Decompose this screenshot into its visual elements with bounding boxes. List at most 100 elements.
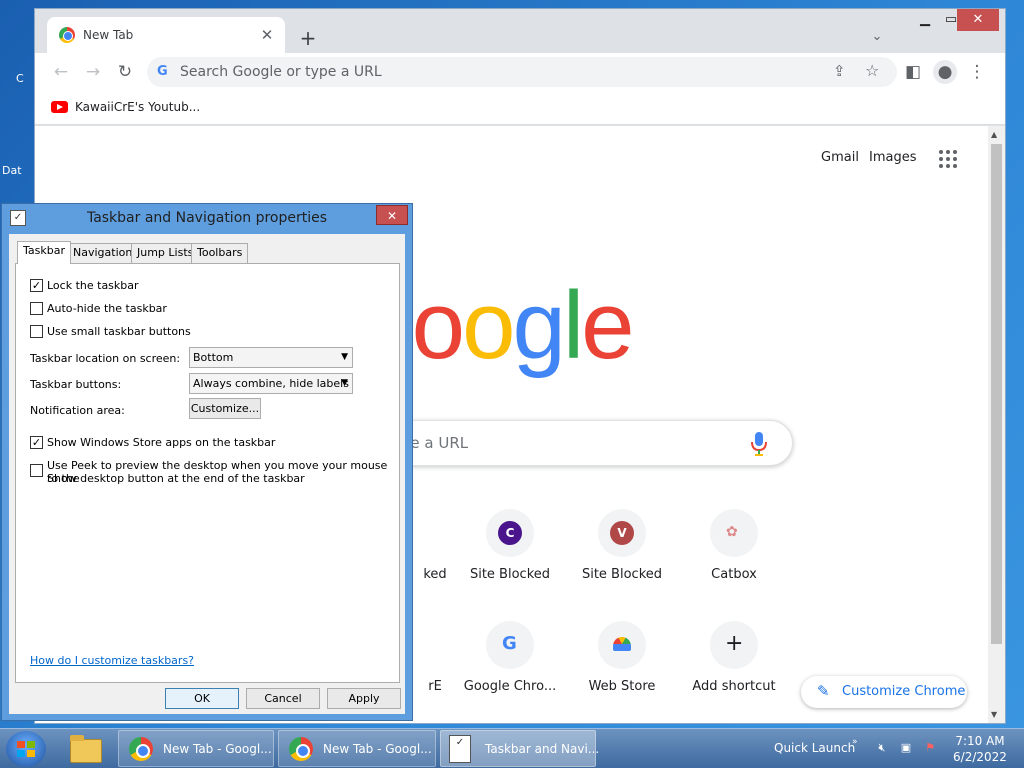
peek-label-line2: Show desktop button at the end of the ta… [47, 472, 305, 485]
network-icon[interactable]: ▣ [898, 741, 914, 757]
tab-jump-lists[interactable]: Jump Lists [131, 243, 200, 263]
store-apps-label: Show Windows Store apps on the taskbar [47, 436, 276, 449]
customize-chrome-button[interactable]: ✎ Customize Chrome [801, 676, 967, 708]
taskbar-item-label: Taskbar and Navi... [485, 742, 600, 756]
taskbar-item-properties[interactable]: ✓ Taskbar and Navi... [440, 730, 600, 767]
auto-hide-label: Auto-hide the taskbar [47, 302, 167, 315]
file-explorer-icon[interactable] [66, 733, 106, 765]
new-tab-button[interactable]: + [297, 27, 319, 49]
ok-button[interactable]: OK [165, 688, 239, 709]
youtube-icon [51, 101, 68, 113]
cancel-button[interactable]: Cancel [246, 688, 320, 709]
omnibox[interactable]: G Search Google or type a URL ⇪ ☆ [147, 57, 897, 87]
side-panel-icon[interactable]: ◧ [901, 60, 925, 84]
bookmark-kawaiicre[interactable]: KawaiiCrE's Youtub... [75, 100, 200, 114]
window-close-button[interactable]: ✕ [957, 9, 999, 31]
desktop-icon-label-fragment[interactable]: Dat [2, 164, 34, 177]
dialog-title-bar[interactable]: ✓ Taskbar and Navigation properties ✕ [2, 204, 412, 232]
tab-taskbar[interactable]: Taskbar [17, 241, 71, 264]
customize-chrome-label: Customize Chrome [842, 684, 966, 699]
taskbar-item-chrome-2[interactable]: New Tab - Googl... [278, 730, 436, 767]
bookmarks-bar: KawaiiCrE's Youtub... [35, 91, 1005, 125]
shortcut-icon-circle: + [710, 621, 758, 669]
scrollbar-thumb[interactable] [991, 144, 1002, 644]
taskbar-buttons-label: Taskbar buttons: [30, 378, 122, 391]
page-scrollbar[interactable]: ▲ ▼ [988, 126, 1005, 723]
taskbar-buttons-select[interactable]: Always combine, hide labels ▼ [189, 373, 353, 394]
shortcut-label: Add shortcut [692, 679, 776, 694]
notification-area-label: Notification area: [30, 404, 125, 417]
shortcut-letter-v-icon: V [610, 521, 634, 545]
reload-icon[interactable]: ↻ [113, 60, 137, 84]
quick-launch-label[interactable]: Quick Launch [774, 741, 855, 755]
tab-search-chevron-icon[interactable]: ⌄ [867, 29, 887, 49]
pencil-icon: ✎ [817, 682, 830, 700]
tab-title: New Tab [83, 28, 134, 42]
add-icon: + [725, 631, 744, 656]
dialog-body: Taskbar Navigation Jump Lists Toolbars ✓… [9, 234, 405, 714]
omnibox-placeholder: Search Google or type a URL [180, 64, 382, 80]
location-select[interactable]: Bottom ▼ [189, 347, 353, 368]
chrome-icon [289, 737, 313, 761]
share-icon[interactable]: ⇪ [833, 62, 846, 80]
images-link[interactable]: Images [869, 150, 917, 165]
start-button[interactable] [6, 731, 46, 767]
add-shortcut-tile[interactable]: + Add shortcut [684, 621, 784, 711]
auto-hide-checkbox[interactable] [30, 302, 43, 315]
taskbar-item-label: New Tab - Googl... [163, 742, 272, 756]
shortcut-icon-circle [598, 621, 646, 669]
shortcut-icon-circle: C [486, 509, 534, 557]
clock-date: 6/2/2022 [953, 750, 1007, 764]
microphone-icon[interactable] [749, 431, 769, 457]
taskbar-buttons-value: Always combine, hide labels [193, 377, 349, 390]
tab-new-tab[interactable]: New Tab ✕ [47, 17, 285, 53]
lock-taskbar-checkbox[interactable]: ✓ [30, 279, 43, 292]
scroll-up-icon[interactable]: ▲ [991, 130, 997, 139]
taskbar-tab-panel: ✓ Lock the taskbar Auto-hide the taskbar… [15, 263, 400, 683]
dialog-close-button[interactable]: ✕ [376, 205, 408, 225]
lock-taskbar-label: Lock the taskbar [47, 279, 139, 292]
chrome-favicon-icon [59, 27, 75, 43]
location-label: Taskbar location on screen: [30, 352, 181, 365]
shortcut-letter-c-icon: C [498, 521, 522, 545]
tab-navigation[interactable]: Navigation [67, 243, 139, 263]
shortcut-label: Site Blocked [469, 567, 551, 582]
system-clock[interactable]: 7:10 AM 6/2/2022 [950, 733, 1010, 765]
scroll-down-icon[interactable]: ▼ [991, 710, 997, 719]
help-link[interactable]: How do I customize taskbars? [30, 654, 194, 667]
small-buttons-checkbox[interactable] [30, 325, 43, 338]
menu-kebab-icon[interactable]: ⋮ [965, 60, 989, 84]
shortcut-icon-circle: V [598, 509, 646, 557]
catbox-icon: ✿ [726, 524, 738, 540]
windows-taskbar: New Tab - Googl... New Tab - Googl... ✓ … [0, 728, 1024, 768]
quick-launch-arrow-icon[interactable]: » [852, 737, 858, 747]
taskbar-properties-dialog: ✓ Taskbar and Navigation properties ✕ Ta… [1, 203, 413, 721]
action-center-flag-icon[interactable]: ⚑ [922, 741, 938, 757]
gmail-link[interactable]: Gmail [821, 150, 859, 165]
shortcut-tile[interactable]: V Site Blocked [572, 509, 672, 599]
web-store-icon [613, 637, 631, 651]
volume-muted-icon[interactable]: 🔇︎ [874, 741, 890, 757]
shortcut-tile[interactable]: Web Store [572, 621, 672, 711]
shortcut-label: Web Store [588, 679, 656, 694]
browser-toolbar: ← → ↻ G Search Google or type a URL ⇪ ☆ … [35, 53, 1005, 91]
taskbar-properties-icon: ✓ [449, 735, 471, 763]
apply-button[interactable]: Apply [327, 688, 401, 709]
store-apps-checkbox[interactable]: ✓ [30, 436, 43, 449]
back-arrow-icon[interactable]: ← [49, 60, 73, 84]
tab-toolbars[interactable]: Toolbars [191, 243, 249, 263]
shortcut-tile[interactable]: C Site Blocked [460, 509, 560, 599]
taskbar-item-chrome-1[interactable]: New Tab - Googl... [118, 730, 274, 767]
google-apps-icon[interactable] [939, 150, 957, 168]
tab-close-icon[interactable]: ✕ [257, 25, 277, 45]
shortcut-tile[interactable]: ✿ Catbox [684, 509, 784, 599]
shortcut-icon-circle: ✿ [710, 509, 758, 557]
shortcut-label: Site Blocked [581, 567, 663, 582]
customize-notification-button[interactable]: Customize... [189, 398, 261, 419]
forward-arrow-icon[interactable]: → [81, 60, 105, 84]
shortcut-tile[interactable]: G Google Chro... [460, 621, 560, 711]
profile-avatar-icon[interactable]: ● [933, 60, 957, 84]
peek-checkbox[interactable] [30, 464, 43, 477]
google-g-icon: G [157, 64, 168, 79]
bookmark-star-icon[interactable]: ☆ [865, 61, 879, 80]
